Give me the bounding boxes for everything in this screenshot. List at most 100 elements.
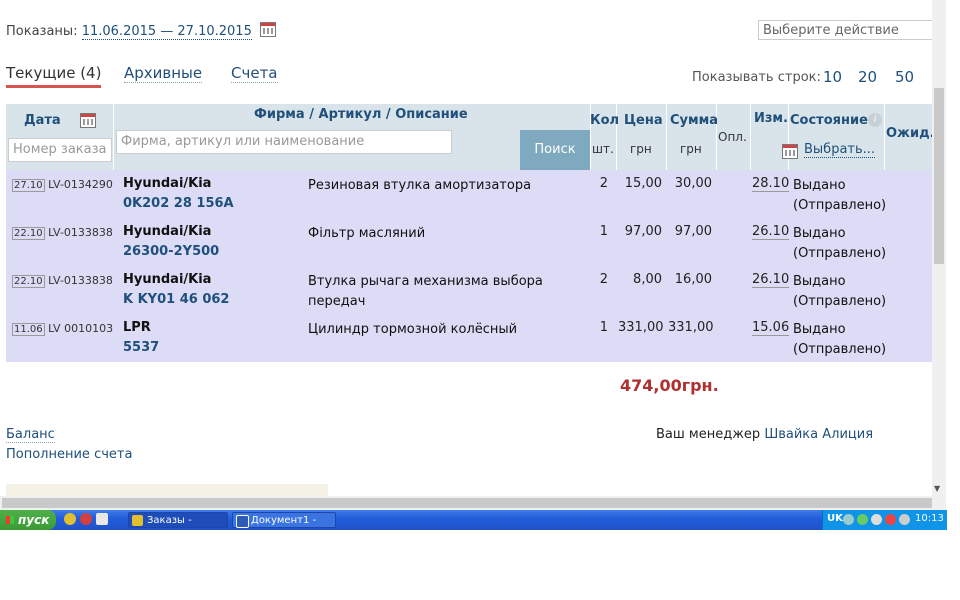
order-number-input[interactable]: Номер заказа [8,138,112,162]
taskbar-task-word[interactable]: Документ1 - Micr... [232,512,336,542]
horizontal-scroll-thumb[interactable] [2,498,932,508]
status-main: Выдано [793,274,846,289]
price: 8,00 [633,272,662,287]
status-main: Выдано [793,322,846,337]
article-link[interactable]: K KY01 46 062 [123,292,229,307]
page: Показаны: 11.06.2015 — 27.10.2015 Выбери… [0,0,946,510]
header-price[interactable]: Цена [624,113,663,128]
document-quicklaunch-icon[interactable] [96,513,108,525]
date-badge: 22.10 [12,275,45,288]
sum: 16,00 [674,272,712,287]
brand: Hyundai/Kia [123,176,212,191]
price: 15,00 [624,176,662,191]
header-date[interactable]: Дата [24,113,61,128]
tab-archive[interactable]: Архивные [124,64,203,83]
language-indicator[interactable]: UK [827,513,843,524]
date-range-link[interactable]: 11.06.2015 — 27.10.2015 [81,24,252,40]
brand: Hyundai/Kia [123,224,212,239]
status: Выдано (Отправлено) [793,272,886,312]
status-sub: (Отправлено) [793,294,887,309]
header-description[interactable]: Описание [395,107,468,122]
status-sub: (Отправлено) [793,198,887,213]
order-date: 11.06 LV 0010103 [12,322,114,336]
header-qty[interactable]: Кол [590,113,619,128]
price-unit: грн [630,142,652,156]
order-number: LV 0010103 [48,322,114,335]
vertical-scroll-thumb[interactable] [934,88,944,264]
chrome-quicklaunch-icon[interactable] [64,513,76,525]
table-row[interactable]: 22.10 LV-0133838 Hyundai/Kia K KY01 46 0… [6,266,934,314]
article-link[interactable]: 5537 [123,340,159,355]
calendar-icon[interactable] [782,144,799,159]
changed-date: 26.10 [752,272,790,288]
sum-unit: грн [680,142,702,156]
article-link[interactable]: 0K202 28 156A [123,196,234,211]
rows-option-20[interactable]: 20 [858,68,877,86]
rows-option-10[interactable]: 10 [823,68,842,86]
calendar-icon[interactable] [260,22,276,37]
order-number: LV-0134290 [48,178,113,191]
quantity: 2 [599,176,608,191]
changed-date: 26.10 [752,224,790,240]
status: Выдано (Отправлено) [793,320,886,360]
tray-icon[interactable] [857,514,868,525]
table-row[interactable]: 27.10 LV-0134290 Hyundai/Kia 0K202 28 15… [6,170,934,218]
topup-link[interactable]: Пополнение счета [6,447,132,462]
manager-label: Ваш менеджер [656,427,761,442]
order-date: 27.10 LV-0134290 [12,178,113,192]
description: Цилиндр тормозной колёсный [308,322,518,337]
tab-current[interactable]: Текущие (4) [6,64,102,88]
status: Выдано (Отправлено) [793,176,886,216]
taskbar-task-chrome[interactable]: Заказы - Google ... [128,512,228,542]
table-row[interactable]: 22.10 LV-0133838 Hyundai/Kia 26300-2Y500… [6,218,934,266]
changed-date: 28.10 [752,176,790,192]
state-filter-select[interactable]: Выбрать... [804,142,876,158]
volume-icon[interactable] [899,514,910,525]
task-label: Заказы - Google ... [147,515,195,542]
price: 97,00 [624,224,662,239]
balance-link[interactable]: Баланс [6,427,55,443]
date-filter: Показаны: 11.06.2015 — 27.10.2015 [6,22,276,40]
header-article[interactable]: Артикул [319,107,382,122]
date-badge: 11.06 [12,323,45,336]
brand: Hyundai/Kia [123,272,212,287]
header-state[interactable]: Состояние [790,113,868,128]
scroll-down-arrow-icon[interactable]: ▼ [934,484,940,493]
rows-option-50[interactable]: 50 [895,68,914,86]
table-row[interactable]: 11.06 LV 0010103 LPR 5537 Цилиндр тормоз… [6,314,934,362]
clock: 10:13 [915,513,944,524]
app-quicklaunch-icon[interactable] [80,513,92,525]
start-button[interactable]: пуск [0,510,56,530]
status: Выдано (Отправлено) [793,224,886,264]
status-sub: (Отправлено) [793,342,887,357]
header-firm[interactable]: Фирма [254,107,305,122]
brand: LPR [123,320,151,335]
tray-icon[interactable] [885,514,896,525]
calendar-icon[interactable] [80,113,96,128]
order-total: 474,00грн. [620,376,719,395]
header-changed[interactable]: Изм. [754,111,788,126]
info-icon[interactable]: i [868,113,882,127]
article-link[interactable]: 26300-2Y500 [123,244,219,259]
word-icon [236,515,249,528]
quantity: 1 [599,320,608,335]
changed-date: 15.06 [752,320,790,336]
status-main: Выдано [793,226,846,241]
description: Втулка рычага механизма выбора передач [308,274,543,309]
date-badge: 22.10 [12,227,45,240]
manager-name-link[interactable]: Швайка Алиция [764,427,873,442]
shown-label: Показаны: [6,24,78,39]
tray-icon[interactable] [871,514,882,525]
status-sub: (Отправлено) [793,246,887,261]
search-button[interactable]: Поиск [520,130,590,170]
header-firm-article-desc: Фирма / Артикул / Описание [254,107,468,122]
date-badge: 27.10 [12,179,45,192]
description: Резиновая втулка амортизатора [308,178,532,193]
order-number: LV-0133838 [48,226,113,239]
tray-icon[interactable] [843,514,854,525]
header-sum[interactable]: Сумма [670,113,718,128]
search-input[interactable]: Фирма, артикул или наименование [116,130,452,154]
tab-invoices[interactable]: Счета [231,64,278,83]
action-select[interactable]: Выберите действие [758,20,934,40]
qty-unit: шт. [592,142,614,156]
